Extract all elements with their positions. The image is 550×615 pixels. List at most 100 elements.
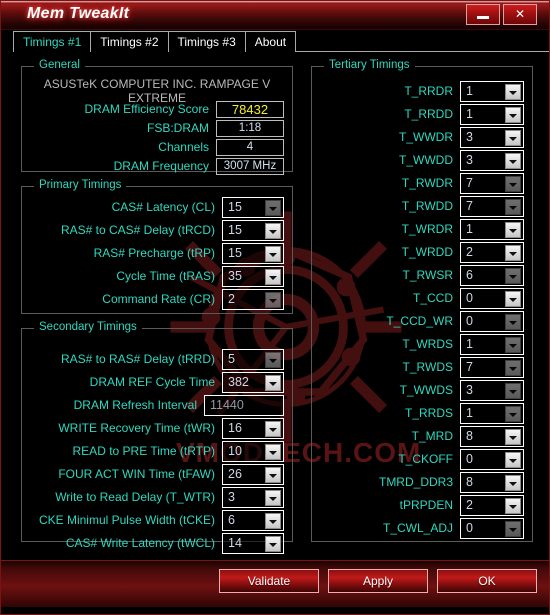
- chevron-down-icon[interactable]: [265, 443, 281, 460]
- chevron-down-icon[interactable]: [265, 374, 281, 391]
- chevron-down-icon[interactable]: [505, 152, 521, 169]
- chevron-down-icon[interactable]: [265, 466, 281, 483]
- tertiary-field-t-mrd[interactable]: 8: [460, 425, 524, 447]
- dram-ref-cycle-time-value: 382: [228, 375, 249, 389]
- trrd-field[interactable]: 5: [222, 348, 284, 370]
- tertiary-field-t-rwds[interactable]: 7: [460, 356, 524, 378]
- tcke-field[interactable]: 6: [222, 509, 284, 531]
- tertiary-field-t-rrdr[interactable]: 1: [460, 80, 524, 102]
- chevron-down-icon[interactable]: [505, 267, 521, 284]
- tab-timings-2[interactable]: Timings #2: [91, 31, 169, 52]
- secondary-label-refreshinterval: DRAM Refresh Interval: [73, 398, 197, 412]
- twcl-field[interactable]: 14: [222, 532, 284, 554]
- tab-timings-3[interactable]: Timings #3: [168, 31, 246, 52]
- tertiary-value-t-rwds: 7: [466, 360, 473, 374]
- secondary-label-refcycle: DRAM REF Cycle Time: [89, 375, 215, 389]
- tertiary-value-tmrd-ddr3: 8: [466, 475, 473, 489]
- tertiary-row-t-rrdd: T_RRDD 1: [312, 103, 532, 125]
- primary-label-cr: Command Rate (CR): [102, 292, 215, 306]
- cas-latency-field[interactable]: 15: [222, 196, 284, 218]
- command-rate-field[interactable]: 2: [222, 288, 284, 310]
- tertiary-field-t-rwdd[interactable]: 7: [460, 195, 524, 217]
- trp-field[interactable]: 15: [222, 242, 284, 264]
- tertiary-field-t-rrds[interactable]: 1: [460, 402, 524, 424]
- tertiary-field-t-wrdr[interactable]: 1: [460, 218, 524, 240]
- dram-frequency-value: 3007 MHz: [216, 157, 284, 175]
- chevron-down-icon[interactable]: [505, 520, 521, 537]
- chevron-down-icon[interactable]: [505, 198, 521, 215]
- tertiary-row-t-rrdr: T_RRDR 1: [312, 80, 532, 102]
- chevron-down-icon[interactable]: [505, 129, 521, 146]
- twtr-field[interactable]: 3: [222, 486, 284, 508]
- chevron-down-icon[interactable]: [505, 313, 521, 330]
- chevron-down-icon[interactable]: [265, 199, 281, 216]
- dram-efficiency-score-value: 78432: [216, 100, 284, 118]
- chevron-down-icon[interactable]: [505, 221, 521, 238]
- secondary-row-refcycle: DRAM REF Cycle Time 382: [22, 371, 292, 393]
- trtp-field[interactable]: 10: [222, 440, 284, 462]
- tertiary-row-t-ccd-wr: T_CCD_WR 0: [312, 310, 532, 332]
- chevron-down-icon[interactable]: [265, 489, 281, 506]
- tertiary-label-tprpden: tPRPDEN: [399, 498, 453, 512]
- close-icon: ✕: [514, 7, 526, 21]
- tertiary-field-t-cwl-adj[interactable]: 0: [460, 517, 524, 539]
- tertiary-field-t-wwdd[interactable]: 3: [460, 149, 524, 171]
- chevron-down-icon[interactable]: [265, 268, 281, 285]
- primary-row-tras: Cycle Time (tRAS) 35: [22, 265, 292, 287]
- chevron-down-icon[interactable]: [505, 83, 521, 100]
- twr-field[interactable]: 16: [222, 417, 284, 439]
- window-controls: ✕: [466, 4, 537, 25]
- minimize-button[interactable]: [466, 4, 500, 25]
- chevron-down-icon[interactable]: [265, 222, 281, 239]
- chevron-down-icon[interactable]: [265, 512, 281, 529]
- tab-about[interactable]: About: [245, 31, 297, 52]
- tertiary-field-t-ccd[interactable]: 0: [460, 287, 524, 309]
- chevron-down-icon[interactable]: [265, 535, 281, 552]
- tertiary-field-tprpden[interactable]: 2: [460, 494, 524, 516]
- close-button[interactable]: ✕: [503, 4, 537, 25]
- chevron-down-icon[interactable]: [505, 175, 521, 192]
- tertiary-value-t-wwdd: 3: [466, 153, 473, 167]
- validate-button[interactable]: Validate: [219, 569, 319, 593]
- chevron-down-icon[interactable]: [505, 474, 521, 491]
- chevron-down-icon[interactable]: [505, 336, 521, 353]
- chevron-down-icon[interactable]: [265, 420, 281, 437]
- apply-button[interactable]: Apply: [328, 569, 428, 593]
- general-row-channels: Channels 4: [22, 137, 292, 157]
- tertiary-field-t-rwsr[interactable]: 6: [460, 264, 524, 286]
- chevron-down-icon[interactable]: [505, 359, 521, 376]
- tertiary-value-t-ckoff: 0: [466, 452, 473, 466]
- tertiary-field-tmrd-ddr3[interactable]: 8: [460, 471, 524, 493]
- tertiary-label-t-wwds: T_WWDS: [399, 383, 453, 397]
- chevron-down-icon[interactable]: [505, 451, 521, 468]
- tras-field[interactable]: 35: [222, 265, 284, 287]
- chevron-down-icon[interactable]: [505, 428, 521, 445]
- chevron-down-icon[interactable]: [505, 497, 521, 514]
- chevron-down-icon[interactable]: [505, 290, 521, 307]
- chevron-down-icon[interactable]: [505, 382, 521, 399]
- tertiary-field-t-wrds[interactable]: 1: [460, 333, 524, 355]
- chevron-down-icon[interactable]: [265, 291, 281, 308]
- app-window: Mem TweakIt ✕ Timings #1 Timings #2 Timi…: [0, 0, 550, 615]
- chevron-down-icon[interactable]: [505, 405, 521, 422]
- trcd-field[interactable]: 15: [222, 219, 284, 241]
- tertiary-field-t-wwdr[interactable]: 3: [460, 126, 524, 148]
- tertiary-field-t-ckoff[interactable]: 0: [460, 448, 524, 470]
- chevron-down-icon[interactable]: [265, 245, 281, 262]
- tertiary-field-t-rrdd[interactable]: 1: [460, 103, 524, 125]
- tfaw-field[interactable]: 26: [222, 463, 284, 485]
- tertiary-field-t-ccd-wr[interactable]: 0: [460, 310, 524, 332]
- chevron-down-icon[interactable]: [265, 351, 281, 368]
- dram-ref-cycle-time-field[interactable]: 382: [222, 371, 284, 393]
- general-row-frequency: DRAM Frequency 3007 MHz: [22, 156, 292, 176]
- tertiary-field-t-rwdr[interactable]: 7: [460, 172, 524, 194]
- ok-button[interactable]: OK: [437, 569, 537, 593]
- trcd-value: 15: [228, 223, 242, 237]
- tertiary-field-t-wwds[interactable]: 3: [460, 379, 524, 401]
- tab-timings-1[interactable]: Timings #1: [13, 31, 92, 52]
- tertiary-field-t-wrdd[interactable]: 2: [460, 241, 524, 263]
- primary-label-tras: Cycle Time (tRAS): [116, 269, 215, 283]
- chevron-down-icon[interactable]: [505, 106, 521, 123]
- primary-label-trp: RAS# Precharge (tRP): [93, 246, 215, 260]
- chevron-down-icon[interactable]: [505, 244, 521, 261]
